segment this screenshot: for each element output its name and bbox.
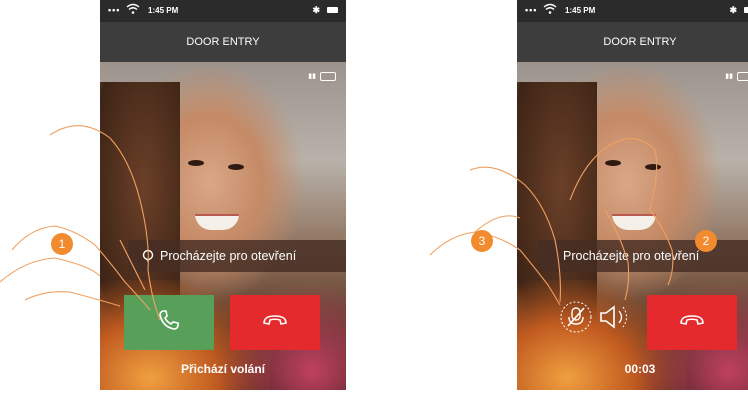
- hang-up-icon: [262, 313, 288, 332]
- status-bar: ••• 1:45 PM ✱: [517, 0, 748, 22]
- hang-up-icon: [679, 313, 705, 332]
- slide-to-open-label: Procházejte pro otevření: [563, 249, 700, 263]
- signal-dots: •••: [108, 5, 121, 15]
- battery-icon: [327, 7, 338, 13]
- phone-handset-icon: [157, 308, 181, 337]
- page-title: DOOR ENTRY: [517, 22, 748, 62]
- mic-mute-button[interactable]: [559, 300, 593, 334]
- wifi-icon: [126, 3, 140, 17]
- bluetooth-icon: ✱: [729, 5, 737, 15]
- call-timer: 00:03: [624, 362, 656, 376]
- call-status-label: Přichází volání: [180, 362, 266, 376]
- answer-call-button[interactable]: [124, 295, 214, 350]
- callout-badge-2: 2: [695, 230, 717, 252]
- signal-icon: ▮▮: [725, 73, 733, 80]
- slide-to-open-bar[interactable]: Procházejte pro otevření: [537, 240, 748, 272]
- status-bar: ••• 1:45 PM ✱: [100, 0, 346, 22]
- speaker-icon: [597, 305, 633, 338]
- hang-up-button[interactable]: [647, 295, 737, 350]
- slide-to-open-bar[interactable]: Procházejte pro otevření: [128, 240, 346, 272]
- lock-icon: [142, 249, 156, 263]
- wifi-icon: [543, 3, 557, 17]
- battery-icon: [744, 7, 748, 13]
- mic-muted-icon: [559, 301, 593, 338]
- camera-battery-icon: [320, 72, 336, 81]
- page-title: DOOR ENTRY: [100, 22, 346, 62]
- bluetooth-icon: ✱: [312, 5, 320, 15]
- phone-screen-active-call: ••• 1:45 PM ✱ DOOR ENTRY ▮▮ Procházejte …: [517, 0, 748, 390]
- camera-battery-icon: [737, 72, 748, 81]
- callout-badge-3: 3: [471, 230, 493, 252]
- status-time: 1:45 PM: [565, 6, 596, 15]
- signal-icon: ▮▮: [308, 73, 316, 80]
- callout-badge-1: 1: [51, 233, 73, 255]
- reject-call-button[interactable]: [230, 295, 320, 350]
- speaker-button[interactable]: [597, 300, 633, 334]
- status-time: 1:45 PM: [148, 6, 179, 15]
- signal-dots: •••: [525, 5, 538, 15]
- slide-to-open-label: Procházejte pro otevření: [160, 249, 297, 263]
- phone-screen-incoming: ••• 1:45 PM ✱ DOOR ENTRY ▮▮ Procházejte …: [100, 0, 346, 390]
